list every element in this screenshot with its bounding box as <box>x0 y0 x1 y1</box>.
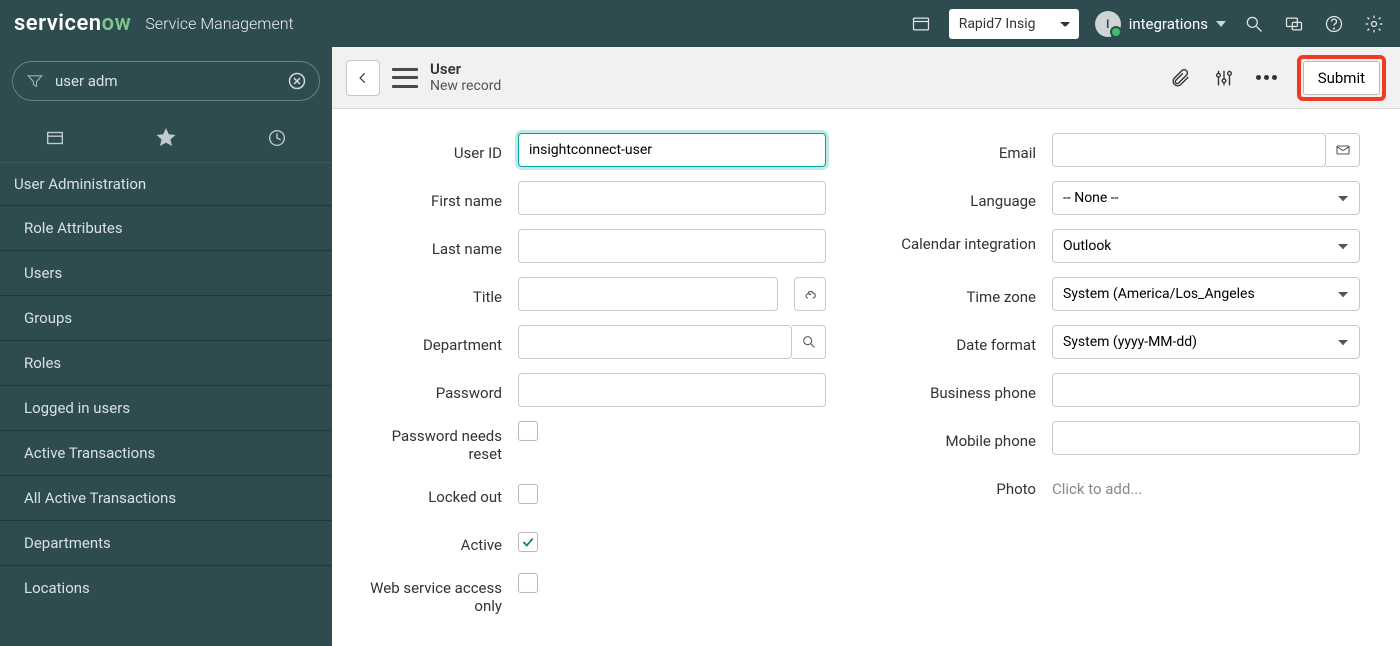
mobile-phone-field[interactable] <box>1052 421 1360 455</box>
main-content: User New record Submit <box>332 47 1400 646</box>
sidebar-item-groups[interactable]: Groups <box>0 295 332 340</box>
clear-filter-icon[interactable] <box>287 71 307 91</box>
label-cal-int: Calendar integration <box>896 229 1036 253</box>
label-ws-only: Web service access only <box>362 573 502 615</box>
more-actions-icon[interactable] <box>1256 75 1277 80</box>
user-menu[interactable]: I integrations <box>1095 11 1226 37</box>
sidebar-item-all-active-transactions[interactable]: All Active Transactions <box>0 475 332 520</box>
logo-text-suffix: w <box>115 11 132 36</box>
label-email: Email <box>896 138 1036 162</box>
photo-add-link[interactable]: Click to add... <box>1052 474 1142 498</box>
gear-icon[interactable] <box>1362 12 1386 36</box>
label-photo: Photo <box>896 474 1036 498</box>
label-user-id: User ID <box>362 138 502 162</box>
form-left-column: User ID First name Last name Title <box>362 133 826 615</box>
department-field[interactable] <box>518 325 792 359</box>
time-zone-select[interactable]: System (America/Los_Angeles <box>1052 277 1360 311</box>
form-menu-icon[interactable] <box>392 68 418 88</box>
favorites-tab-icon[interactable] <box>151 123 181 153</box>
submit-highlight-box: Submit <box>1297 55 1386 101</box>
form-right-column: Email Language -- None -- <box>896 133 1360 615</box>
filter-navigator[interactable] <box>12 61 320 101</box>
date-format-select[interactable]: System (yyyy-MM-dd) <box>1052 325 1360 359</box>
record-title: User New record <box>430 60 501 95</box>
first-name-field[interactable] <box>518 181 826 215</box>
sidebar-item-locations[interactable]: Locations <box>0 565 332 610</box>
locked-checkbox[interactable] <box>518 484 538 504</box>
logo-text-prefix: servicen <box>14 11 102 36</box>
language-select[interactable]: -- None -- <box>1052 181 1360 215</box>
servicenow-logo[interactable]: servicenow <box>14 11 131 36</box>
app-title: Service Management <box>145 14 293 33</box>
sidebar-item-departments[interactable]: Departments <box>0 520 332 565</box>
sidebar-item-logged-in-users[interactable]: Logged in users <box>0 385 332 430</box>
help-icon[interactable] <box>1322 12 1346 36</box>
form-header: User New record Submit <box>332 47 1400 109</box>
label-time-zone: Time zone <box>896 282 1036 306</box>
title-field[interactable] <box>518 277 778 311</box>
title-suggest-icon[interactable] <box>794 277 826 311</box>
calendar-integration-select[interactable]: Outlook <box>1052 229 1360 263</box>
ws-only-checkbox[interactable] <box>518 573 538 593</box>
navigator-tabs <box>0 107 332 163</box>
window-icon[interactable] <box>909 12 933 36</box>
sidebar-item-users[interactable]: Users <box>0 250 332 295</box>
last-name-field[interactable] <box>518 229 826 263</box>
department-lookup-icon[interactable] <box>792 325 826 359</box>
pw-reset-checkbox[interactable] <box>518 421 538 441</box>
history-tab-icon[interactable] <box>262 123 292 153</box>
user-id-field[interactable] <box>518 133 826 167</box>
label-biz-phone: Business phone <box>896 378 1036 402</box>
label-last-name: Last name <box>362 234 502 258</box>
navigator-sidebar: User Administration Role Attributes User… <box>0 47 332 646</box>
back-button[interactable] <box>346 60 380 96</box>
sidebar-item-active-transactions[interactable]: Active Transactions <box>0 430 332 475</box>
email-send-icon[interactable] <box>1326 133 1360 167</box>
label-date-fmt: Date format <box>896 330 1036 354</box>
funnel-icon <box>25 71 45 91</box>
section-user-administration[interactable]: User Administration <box>0 163 332 205</box>
context-app-select[interactable]: Rapid7 Insig <box>949 9 1079 39</box>
username-label: integrations <box>1129 15 1208 33</box>
sidebar-item-role-attributes[interactable]: Role Attributes <box>0 205 332 250</box>
label-password: Password <box>362 378 502 402</box>
label-active: Active <box>362 530 502 554</box>
label-mob-phone: Mobile phone <box>896 426 1036 450</box>
label-language: Language <box>896 186 1036 210</box>
active-checkbox[interactable] <box>518 532 538 552</box>
user-form: User ID First name Last name Title <box>332 109 1400 646</box>
label-department: Department <box>362 330 502 354</box>
global-header: servicenow Service Management Rapid7 Ins… <box>0 0 1400 47</box>
sidebar-menu: Role Attributes Users Groups Roles Logge… <box>0 205 332 610</box>
label-title: Title <box>362 282 502 306</box>
personalize-form-icon[interactable] <box>1212 66 1236 90</box>
discussions-icon[interactable] <box>1282 12 1306 36</box>
label-first-name: First name <box>362 186 502 210</box>
attachment-icon[interactable] <box>1168 66 1192 90</box>
password-field[interactable] <box>518 373 826 407</box>
avatar: I <box>1095 11 1121 37</box>
all-apps-tab-icon[interactable] <box>40 123 70 153</box>
sidebar-item-roles[interactable]: Roles <box>0 340 332 385</box>
record-title-main: User <box>430 60 501 78</box>
filter-input[interactable] <box>55 72 277 90</box>
email-field[interactable] <box>1052 133 1326 167</box>
chevron-down-icon <box>1216 21 1226 27</box>
label-locked: Locked out <box>362 482 502 506</box>
search-icon[interactable] <box>1242 12 1266 36</box>
submit-button[interactable]: Submit <box>1303 61 1380 95</box>
business-phone-field[interactable] <box>1052 373 1360 407</box>
record-title-sub: New record <box>430 78 501 95</box>
label-pw-reset: Password needs reset <box>362 421 502 463</box>
